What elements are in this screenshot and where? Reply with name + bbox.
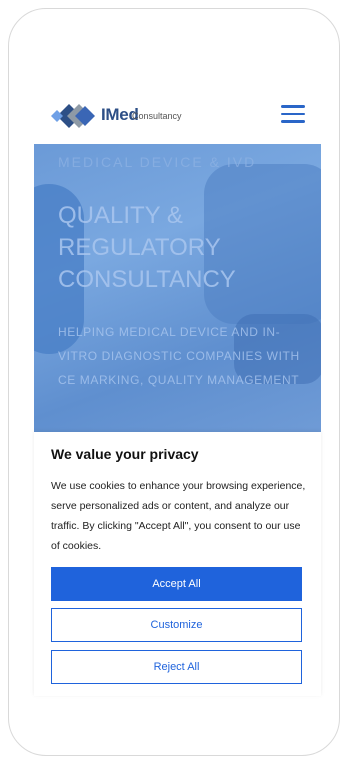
consent-title: We value your privacy	[51, 446, 199, 462]
menu-bar-top	[281, 105, 305, 108]
hero-subtitle: HELPING MEDICAL DEVICE AND IN-VITRO DIAG…	[58, 325, 300, 387]
cookie-consent-banner: We value your privacy We use cookies to …	[34, 432, 321, 696]
hero-banner: MEDICAL DEVICE & IVD QUALITY & REGULATOR…	[34, 144, 321, 432]
accept-all-button[interactable]: Accept All	[51, 567, 302, 601]
menu-bar-middle	[281, 112, 305, 115]
hero-title: QUALITY & REGULATORY CONSULTANCY	[58, 202, 236, 293]
logo-subtext: Consultancy	[132, 111, 182, 121]
site-logo[interactable]: IMed Consultancy	[45, 97, 205, 137]
consent-body: We use cookies to enhance your browsing …	[51, 480, 306, 552]
hamburger-menu-icon[interactable]	[281, 105, 305, 125]
logo-diamond-icon	[51, 104, 95, 128]
hero-eyebrow: MEDICAL DEVICE & IVD	[58, 154, 257, 170]
customize-button[interactable]: Customize	[51, 608, 302, 642]
menu-bar-bottom	[281, 120, 305, 123]
reject-all-button[interactable]: Reject All	[51, 650, 302, 684]
